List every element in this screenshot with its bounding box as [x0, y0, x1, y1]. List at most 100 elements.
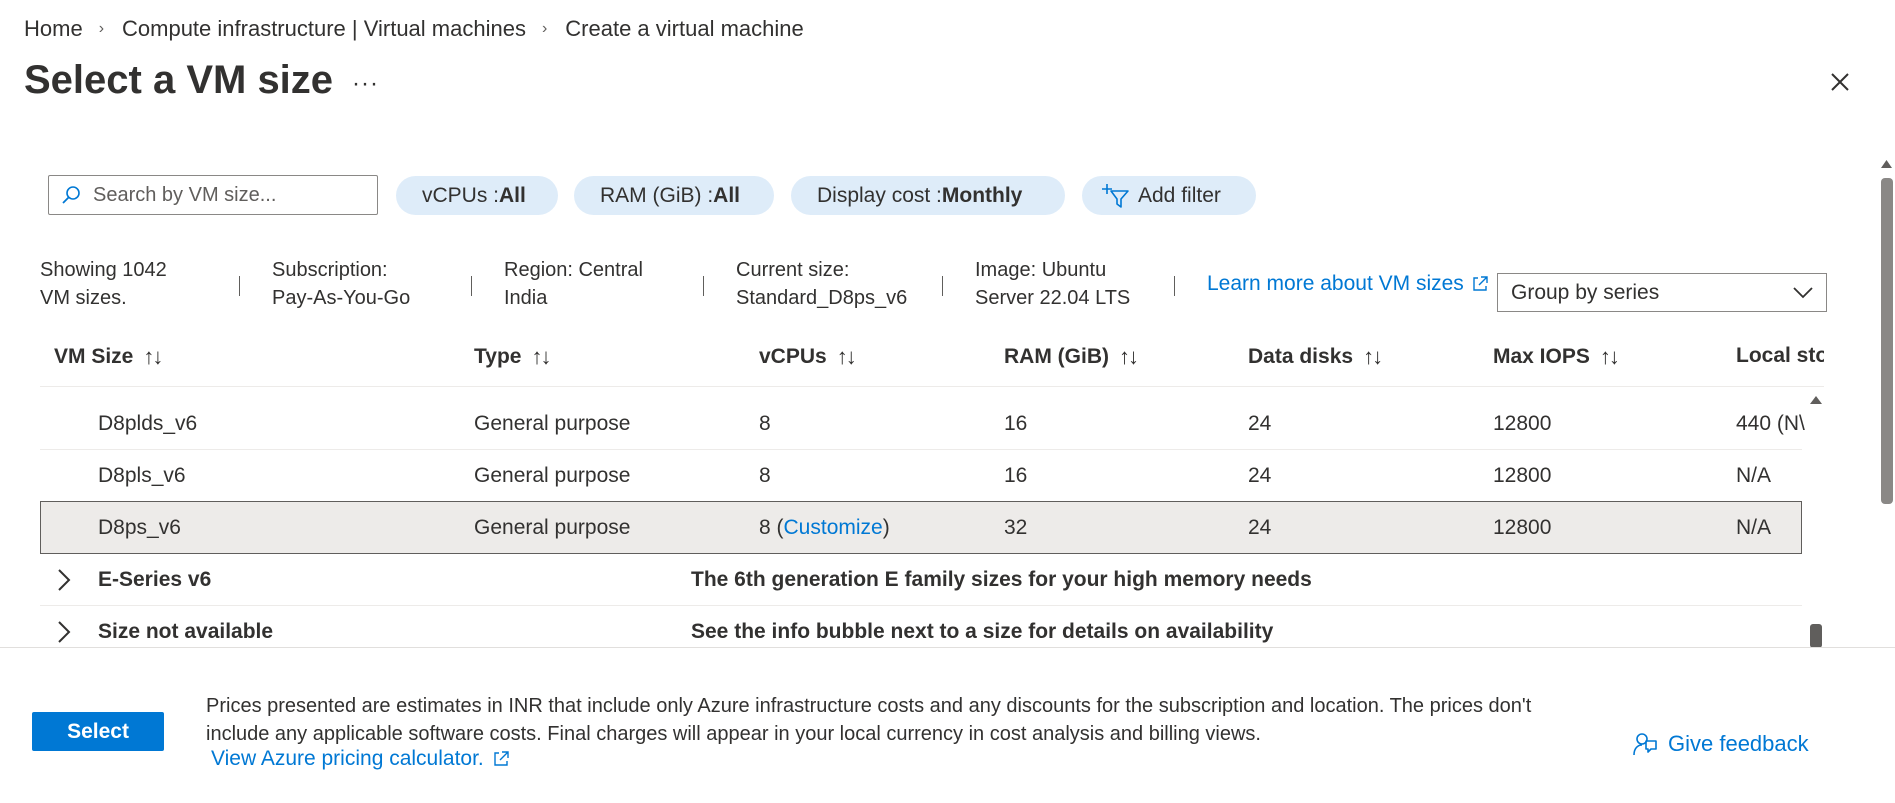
max-iops-cell: 12800 [1493, 516, 1552, 539]
external-link-icon [1473, 276, 1488, 291]
image-line-2: Server 22.04 LTS [975, 287, 1131, 309]
data-disks-cell: 24 [1248, 412, 1272, 435]
chevron-right-icon: › [98, 20, 105, 37]
give-feedback-label: Give feedback [1668, 731, 1809, 756]
filter-ram[interactable]: RAM (GiB) : All [574, 176, 774, 215]
subscription-label: Subscription: [272, 259, 388, 281]
search-box[interactable] [48, 175, 378, 215]
type-cell: General purpose [474, 464, 631, 487]
vcpus-value: 8 [759, 516, 771, 539]
chevron-right-icon[interactable] [54, 567, 74, 593]
current-size-label: Current size: [736, 259, 850, 281]
pricing-calculator-label: View Azure pricing calculator. [211, 747, 484, 770]
vm-size-grid: D8plds_v6 General purpose 8 16 24 12800 … [40, 388, 1824, 648]
ram-cell: 32 [1004, 516, 1028, 539]
learn-more-link[interactable]: Learn more about VM sizes [1207, 272, 1489, 296]
vm-size-cell: D8ps_v6 [98, 516, 181, 539]
local-storage-cell: 440 (N\ [1736, 412, 1805, 435]
column-header-vm-size[interactable]: VM Size ↑↓ [54, 344, 163, 370]
add-filter-label: Add filter [1138, 183, 1221, 207]
vcpus-cell: 8 [759, 412, 771, 435]
region-line-2: India [504, 287, 548, 309]
image-line-1: Image: Ubuntu [975, 259, 1107, 281]
customize-link[interactable]: Customize [784, 516, 883, 539]
type-cell: General purpose [474, 516, 631, 539]
filter-display-cost[interactable]: Display cost : Monthly [791, 176, 1065, 215]
sort-icon: ↑↓ [531, 344, 551, 369]
max-iops-cell: 12800 [1493, 412, 1552, 435]
header-divider [40, 386, 1824, 387]
column-header-ram[interactable]: RAM (GiB) ↑↓ [1004, 344, 1139, 370]
more-options-icon[interactable]: ··· [352, 70, 379, 98]
table-row[interactable]: D8plds_v6 General purpose 8 16 24 12800 … [40, 399, 1805, 450]
add-filter-icon [1102, 183, 1129, 208]
filter-vcpus[interactable]: vCPUs : All [396, 176, 558, 215]
group-row-e-series[interactable]: E-Series v6 The 6th generation E family … [40, 555, 1802, 606]
filter-display-cost-value: Monthly [941, 183, 1023, 207]
column-header-local-storage[interactable]: Local stor [1736, 344, 1824, 368]
region-info: Region: Central India [504, 256, 643, 312]
group-row-size-not-available[interactable]: Size not available See the info bubble n… [40, 607, 1802, 648]
group-by-value: Group by series [1511, 280, 1660, 304]
table-row-selected[interactable]: D8ps_v6 General purpose 8 (Customize) 32… [40, 501, 1802, 554]
current-size-value: Standard_D8ps_v6 [736, 287, 908, 309]
breadcrumb-home[interactable]: Home [24, 16, 83, 42]
table-row[interactable]: D8pls_v6 General purpose 8 16 24 12800 N… [40, 451, 1802, 502]
vm-size-cell: D8plds_v6 [98, 412, 198, 435]
vcpus-cell: 8 [759, 464, 771, 487]
chevron-right-icon[interactable] [54, 619, 74, 645]
group-description: See the info bubble next to a size for d… [691, 620, 1274, 643]
grid-scrollbar[interactable] [1808, 392, 1824, 648]
info-divider [1174, 276, 1175, 296]
feedback-icon [1633, 733, 1657, 756]
column-header-label: vCPUs [759, 345, 827, 368]
subscription-info: Subscription: Pay-As-You-Go [272, 256, 410, 312]
page-scrollbar[interactable] [1878, 156, 1895, 648]
column-header-label: RAM (GiB) [1004, 345, 1109, 368]
column-header-label: Local stor [1736, 344, 1824, 367]
search-input[interactable] [91, 182, 365, 208]
filter-ram-label: RAM (GiB) : [600, 183, 714, 207]
max-iops-cell: 12800 [1493, 464, 1552, 487]
group-name: E-Series v6 [98, 568, 212, 591]
group-by-dropdown[interactable]: Group by series [1497, 273, 1827, 312]
showing-count: Showing 1042 VM sizes. [40, 256, 167, 312]
give-feedback-link[interactable]: Give feedback [1632, 731, 1809, 757]
local-storage-cell: N/A [1736, 464, 1772, 487]
vm-size-cell: D8pls_v6 [98, 464, 186, 487]
subscription-value: Pay-As-You-Go [272, 287, 411, 309]
showing-line-1: Showing 1042 [40, 259, 167, 281]
footer-divider [0, 647, 1895, 648]
external-link-icon [494, 751, 509, 766]
close-icon[interactable] [1826, 68, 1854, 96]
data-disks-cell: 24 [1248, 516, 1272, 539]
ram-cell: 16 [1004, 412, 1028, 435]
pricing-calculator-link[interactable]: View Azure pricing calculator. [211, 747, 510, 771]
data-disks-cell: 24 [1248, 464, 1272, 487]
filter-vcpus-label: vCPUs : [422, 183, 500, 207]
chevron-down-icon [1793, 286, 1813, 298]
sort-icon: ↑↓ [1118, 344, 1139, 369]
chevron-right-icon: › [541, 20, 548, 37]
showing-line-2: VM sizes. [40, 287, 127, 309]
page-title: Select a VM size [24, 58, 334, 102]
sort-icon: ↑↓ [836, 344, 857, 369]
sort-icon: ↑↓ [143, 344, 163, 369]
info-divider [239, 276, 240, 296]
breadcrumb: Home › Compute infrastructure | Virtual … [24, 16, 804, 42]
breadcrumb-create-vm[interactable]: Create a virtual machine [565, 16, 803, 42]
current-size-info: Current size: Standard_D8ps_v6 [736, 256, 907, 312]
column-header-label: Type [474, 345, 522, 368]
add-filter-button[interactable]: Add filter [1082, 176, 1256, 215]
image-info: Image: Ubuntu Server 22.04 LTS [975, 256, 1130, 312]
vcpus-cell: 8 (Customize) [759, 516, 890, 539]
select-button[interactable]: Select [32, 712, 164, 751]
filter-ram-value: All [713, 183, 741, 207]
column-header-vcpus[interactable]: vCPUs ↑↓ [759, 344, 857, 370]
column-header-type[interactable]: Type ↑↓ [474, 344, 551, 370]
column-header-max-iops[interactable]: Max IOPS ↑↓ [1493, 344, 1620, 370]
filter-vcpus-value: All [499, 183, 526, 207]
breadcrumb-virtual-machines[interactable]: Compute infrastructure | Virtual machine… [122, 16, 526, 42]
column-header-data-disks[interactable]: Data disks ↑↓ [1248, 344, 1383, 370]
info-divider [703, 276, 704, 296]
